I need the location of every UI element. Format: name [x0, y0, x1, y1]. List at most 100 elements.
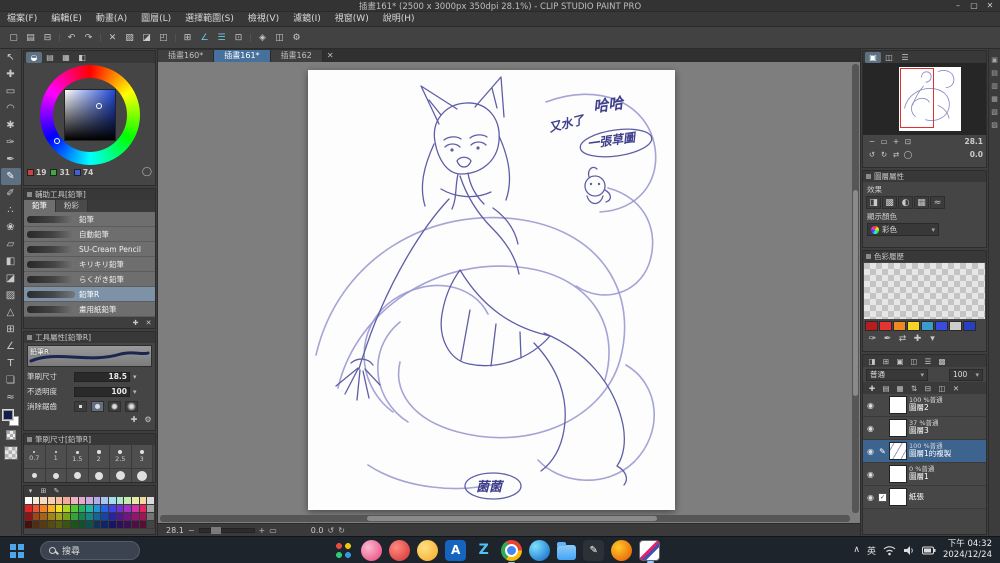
- ime-indicator[interactable]: 英: [867, 544, 876, 557]
- color-swatch[interactable]: [55, 513, 63, 520]
- brush-size-preset[interactable]: [45, 469, 67, 482]
- brush-size-preset[interactable]: 0.7: [24, 445, 46, 469]
- app-icon-widgets[interactable]: [333, 539, 355, 561]
- airbrush-tool-icon[interactable]: ∴: [1, 202, 21, 219]
- color-swatch[interactable]: [40, 497, 47, 504]
- color-swatch[interactable]: [147, 497, 154, 504]
- doc-tab-160[interactable]: 插畫160*: [158, 49, 215, 62]
- pencil-tool-icon[interactable]: ✎: [0, 168, 21, 185]
- color-swatch[interactable]: [116, 497, 124, 504]
- decoration-tool-icon[interactable]: ❀: [1, 219, 21, 236]
- color-swatch[interactable]: [879, 321, 892, 331]
- canvas-viewport[interactable]: 哈哈 又水了 一張草圖 菌菌: [158, 62, 860, 523]
- color-swatch[interactable]: [124, 521, 132, 528]
- color-swatch[interactable]: [25, 497, 32, 504]
- color-swatch[interactable]: [32, 497, 40, 504]
- app-icon-a[interactable]: A: [445, 539, 467, 561]
- color-swatch[interactable]: [132, 521, 139, 528]
- deselect-icon[interactable]: ✕: [104, 30, 121, 46]
- layer-row-paper[interactable]: ◉ ✓ 紙張: [863, 486, 986, 509]
- menu-window[interactable]: 視窗(W): [328, 12, 376, 27]
- brush-size-preset[interactable]: 1.5: [67, 445, 89, 469]
- quick-mask-pattern[interactable]: [3, 446, 18, 460]
- color-swatch[interactable]: [93, 497, 101, 504]
- battery-icon[interactable]: [921, 546, 936, 555]
- color-swatch[interactable]: [55, 521, 63, 528]
- color-swatch[interactable]: [139, 513, 147, 520]
- rotate-right-icon[interactable]: ↻: [878, 149, 890, 160]
- color-swatch[interactable]: [109, 513, 116, 520]
- reset-rotation-icon[interactable]: ◯: [902, 149, 914, 160]
- grid-icon[interactable]: ⊞: [179, 30, 196, 46]
- color-swatch[interactable]: [147, 513, 154, 520]
- color-swatch[interactable]: [935, 321, 948, 331]
- taskbar-search[interactable]: 搜尋: [40, 540, 140, 560]
- close-button[interactable]: ✕: [982, 0, 998, 12]
- brush-size-stepper-icon[interactable]: ▾: [133, 373, 137, 381]
- zoom-in-icon[interactable]: +: [259, 526, 266, 535]
- app-icon-z[interactable]: Z: [473, 540, 494, 561]
- color-swatch[interactable]: [132, 497, 139, 504]
- lasso-tool-icon[interactable]: ◠: [1, 100, 21, 117]
- layer-row-selected[interactable]: ◉ ✎ 100 %普通 圖層1的複製: [863, 440, 986, 463]
- effect-more-icon[interactable]: ≈: [930, 196, 945, 209]
- color-swatch[interactable]: [86, 521, 93, 528]
- color-swatch[interactable]: [139, 521, 147, 528]
- border-effect-icon[interactable]: ◨: [866, 196, 881, 209]
- zoom-out-icon[interactable]: −: [866, 136, 878, 147]
- color-swatch[interactable]: [86, 505, 93, 512]
- color-swatch[interactable]: [55, 497, 63, 504]
- color-swatch[interactable]: [865, 321, 878, 331]
- anti-alias-strong-button[interactable]: [125, 401, 138, 412]
- subview-tab-icon[interactable]: ◫: [881, 52, 897, 63]
- color-swatch[interactable]: [40, 505, 47, 512]
- invert-selection-icon[interactable]: ▧: [121, 30, 138, 46]
- color-swatch[interactable]: [124, 497, 132, 504]
- colorset-menu-icon[interactable]: ▾: [24, 486, 37, 496]
- eraser-tool-icon[interactable]: ▱: [1, 236, 21, 253]
- color-swatch[interactable]: [93, 505, 101, 512]
- wrench-icon[interactable]: ⚙: [141, 414, 155, 425]
- layer-visible-icon[interactable]: ◉: [865, 470, 876, 479]
- color-swatch[interactable]: [25, 505, 32, 512]
- tone-effect-icon[interactable]: ▩: [882, 196, 897, 209]
- anti-alias-middle-button[interactable]: [108, 401, 121, 412]
- symmetry-icon[interactable]: ◈: [254, 30, 271, 46]
- menu-edit[interactable]: 編輯(E): [44, 12, 89, 27]
- layer-opacity-field[interactable]: 100 ▾: [949, 368, 983, 381]
- color-swatch[interactable]: [78, 521, 86, 528]
- brush-tool-icon[interactable]: ✐: [1, 185, 21, 202]
- edge-icon[interactable]: [529, 539, 551, 561]
- transparent-color-chip[interactable]: [5, 430, 16, 440]
- material-tab-6-icon[interactable]: ▨: [989, 118, 1000, 131]
- firefox-icon[interactable]: [611, 539, 633, 561]
- tab-close-icon[interactable]: ✕: [327, 51, 334, 60]
- flip-horizontal-icon[interactable]: ⇄: [890, 149, 902, 160]
- chrome-icon[interactable]: [501, 539, 523, 563]
- layer-visible-icon[interactable]: ◉: [865, 493, 876, 502]
- color-swatch[interactable]: [63, 497, 70, 504]
- color-swatch[interactable]: [147, 521, 154, 528]
- fit-window-icon[interactable]: ⊡: [902, 136, 914, 147]
- snap-ruler-icon[interactable]: ∠: [196, 30, 213, 46]
- blend-mode-dropdown[interactable]: 普通 ▾: [866, 368, 928, 381]
- subtool-tab-pastel[interactable]: 粉彩: [56, 200, 88, 212]
- subtool-item-selected[interactable]: 鉛筆R: [24, 287, 155, 302]
- ruler-tool-icon[interactable]: ∠: [1, 338, 21, 355]
- layer-row[interactable]: ◉ 37 %普通 圖層3: [863, 417, 986, 440]
- merge-down-icon[interactable]: ⊟: [921, 382, 935, 394]
- subtool-item[interactable]: 鉛筆: [24, 212, 155, 227]
- doc-tab-161-active[interactable]: 插畫161*: [214, 49, 271, 62]
- add-color-icon[interactable]: ✚: [910, 332, 925, 345]
- color-swatch[interactable]: [32, 513, 40, 520]
- rotate-right-icon[interactable]: ↻: [338, 526, 345, 535]
- color-swatch[interactable]: [78, 497, 86, 504]
- material-tab-2-icon[interactable]: ▤: [989, 66, 1000, 79]
- color-swatch[interactable]: [949, 321, 962, 331]
- color-swatch[interactable]: [55, 505, 63, 512]
- color-wheel[interactable]: [39, 65, 140, 165]
- zoom-out-icon[interactable]: −: [188, 526, 195, 535]
- delete-layer-icon[interactable]: ✕: [949, 382, 963, 394]
- menu-view[interactable]: 檢視(V): [241, 12, 286, 27]
- brush-size-slider[interactable]: 18.5: [74, 371, 130, 382]
